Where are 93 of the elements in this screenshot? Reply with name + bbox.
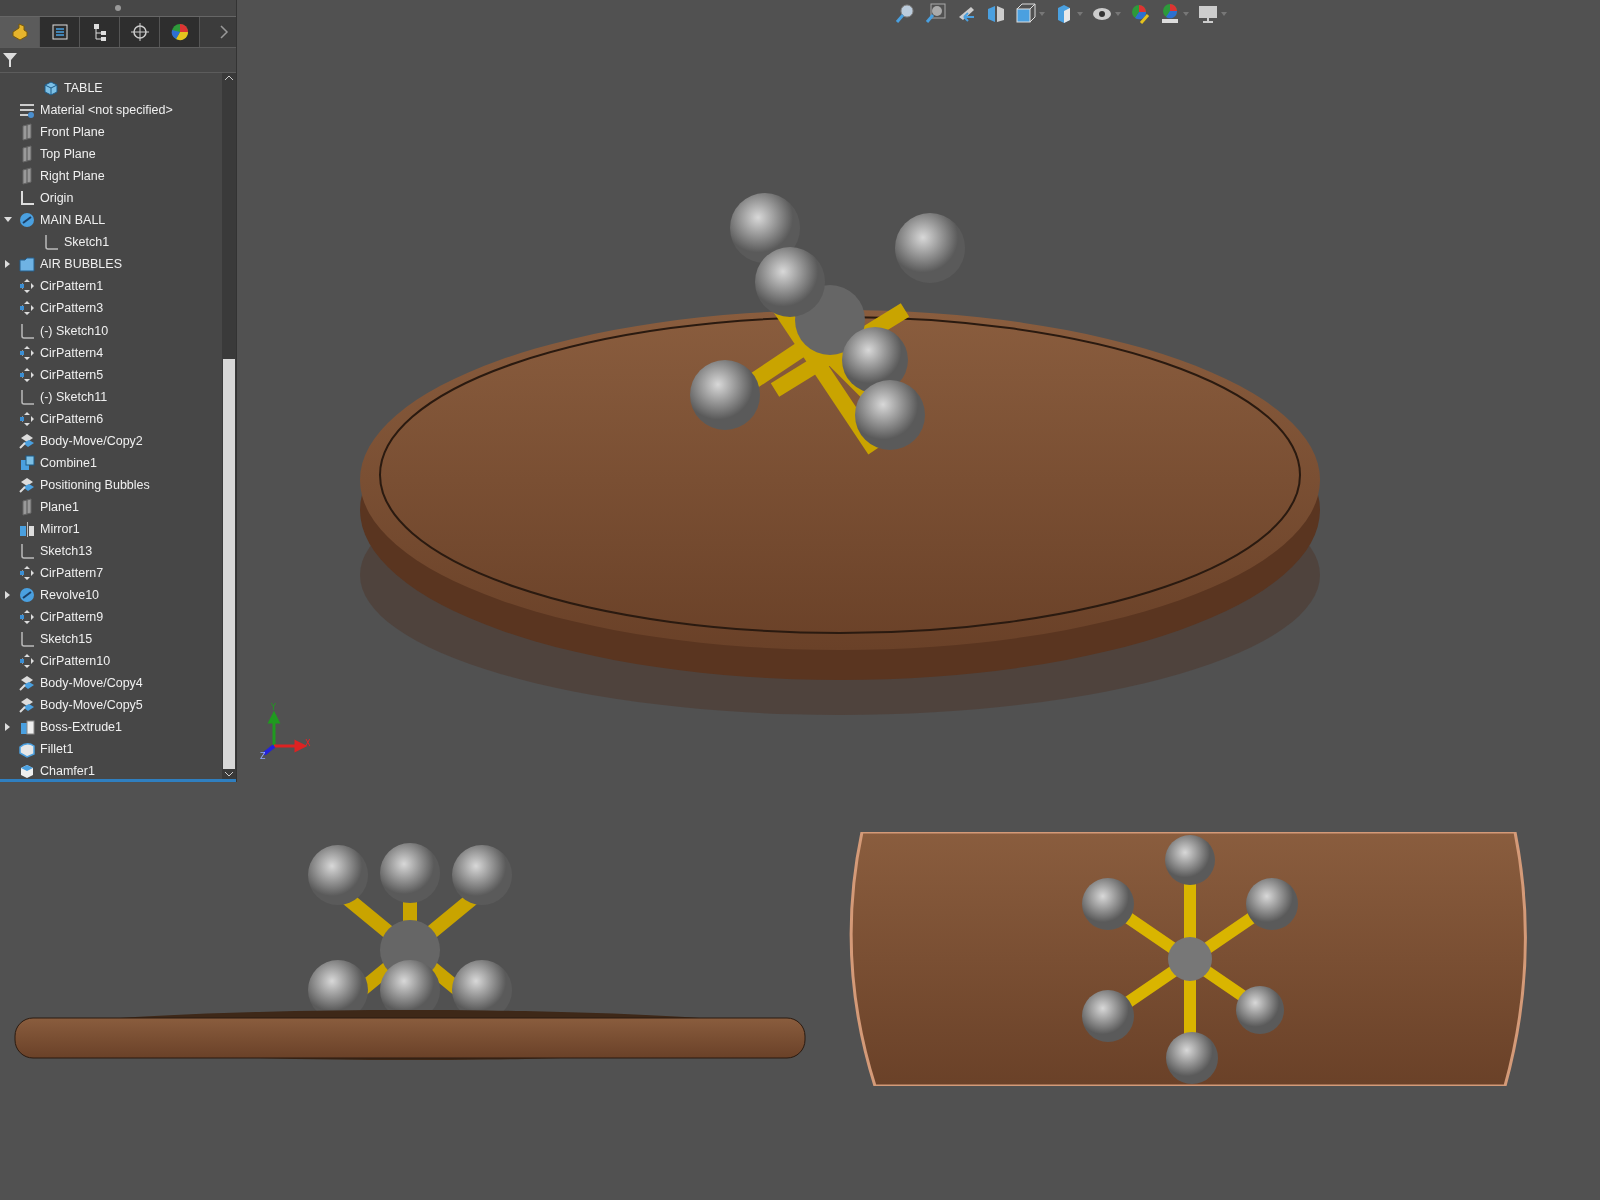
tree-item[interactable]: Top Plane [40, 147, 96, 162]
tree-item[interactable]: Boss-Extrude1 [40, 720, 122, 735]
scrollbar[interactable] [222, 73, 236, 779]
view-toolbar-button[interactable] [923, 3, 949, 25]
pattern-icon [18, 277, 36, 296]
move-icon [18, 674, 36, 693]
axis-label: X [305, 739, 311, 748]
chamfer-icon [18, 762, 36, 779]
tree-item[interactable]: Right Plane [40, 169, 105, 184]
color-ball-icon [1129, 3, 1151, 25]
move-icon [18, 696, 36, 715]
material-icon [18, 101, 36, 120]
color-wheel-icon [169, 22, 190, 42]
tree-item[interactable]: AIR BUBBLES [40, 257, 122, 272]
tree-item[interactable]: Mirror1 [40, 521, 80, 536]
axis-label: Y [271, 703, 276, 712]
tree-item[interactable]: CirPattern1 [40, 279, 104, 294]
view-toolbar-button[interactable] [1013, 3, 1047, 25]
grip-icon[interactable] [114, 4, 122, 12]
tree-item[interactable]: Combine1 [40, 455, 97, 470]
tree-item[interactable]: Fillet1 [40, 742, 74, 757]
mirror-icon [18, 519, 36, 538]
tree-item[interactable]: CirPattern9 [40, 610, 104, 625]
revolve-icon [18, 211, 36, 230]
pattern-icon [18, 608, 36, 627]
caret-icon [1077, 12, 1083, 16]
pattern-icon [18, 343, 36, 362]
expand-caret-icon[interactable] [4, 260, 12, 269]
zoom-icon [895, 3, 917, 25]
caret-icon [1039, 12, 1045, 16]
block-icon [9, 22, 30, 42]
pattern-icon [18, 409, 36, 428]
tree-item[interactable]: Body-Move/Copy2 [40, 433, 143, 448]
caret-icon [1183, 12, 1189, 16]
tree-item[interactable]: Sketch15 [40, 632, 93, 647]
tree-item[interactable]: CirPattern6 [40, 411, 104, 426]
tree-item[interactable]: Chamfer1 [40, 764, 95, 779]
tree-item[interactable]: CirPattern5 [40, 367, 104, 382]
tree-item[interactable]: Body-Move/Copy4 [40, 676, 143, 691]
tree-item[interactable]: TABLE [64, 81, 103, 95]
sketch-icon [18, 630, 36, 649]
axis-label: Z [260, 752, 266, 761]
move-icon [18, 475, 36, 494]
panel-tab[interactable] [120, 17, 160, 47]
panel-tab[interactable] [80, 17, 120, 47]
scroll-up-icon[interactable] [224, 73, 234, 83]
sketch-icon [18, 321, 36, 340]
scroll-down-icon[interactable] [224, 769, 234, 779]
tree-item[interactable]: CirPattern10 [40, 654, 111, 669]
tree-item[interactable]: CirPattern4 [40, 345, 104, 360]
caret-icon [1221, 12, 1227, 16]
pattern-icon [18, 299, 36, 318]
combine-icon [18, 453, 36, 472]
cube-icon [1015, 3, 1037, 25]
part-icon [42, 79, 60, 97]
tree-item[interactable]: Plane1 [40, 499, 79, 514]
sketch-icon [18, 542, 36, 560]
chevron-right-icon[interactable] [219, 25, 229, 39]
tree-item[interactable]: Sketch1 [64, 235, 110, 250]
pattern-icon [18, 365, 36, 384]
pattern-icon [18, 564, 36, 583]
tree-item[interactable]: Sketch13 [40, 544, 93, 558]
expand-caret-icon[interactable] [4, 591, 12, 600]
section-view-icon [985, 3, 1007, 25]
fillet-icon [18, 740, 36, 759]
revolve-icon [18, 586, 36, 605]
monitor-icon [1197, 3, 1219, 25]
pattern-icon [18, 652, 36, 671]
tree-item[interactable]: Revolve10 [40, 588, 100, 603]
caret-icon [1115, 12, 1121, 16]
origin-icon [18, 189, 36, 208]
tree-item[interactable]: (-) Sketch11 [40, 389, 108, 404]
tree-item[interactable]: Material <not specified> [40, 103, 173, 118]
panel-tab[interactable] [160, 17, 200, 47]
tree-item[interactable]: MAIN BALL [40, 213, 106, 228]
tree-item[interactable]: (-) Sketch10 [40, 323, 109, 338]
folder-icon [18, 255, 36, 274]
tree-item[interactable]: Origin [40, 191, 74, 206]
filter-icon[interactable] [2, 51, 18, 69]
move-icon [18, 431, 36, 450]
sketch-icon [18, 387, 36, 406]
color-ball-icon [1159, 3, 1181, 25]
zoom-area-icon [925, 3, 947, 25]
tree-item[interactable]: CirPattern7 [40, 566, 104, 581]
tree-item[interactable]: Positioning Bubbles [40, 477, 150, 492]
crosshair-icon [129, 22, 150, 42]
sketch-icon [42, 233, 60, 252]
expand-caret-icon[interactable] [4, 723, 12, 732]
tree-item[interactable]: Front Plane [40, 125, 105, 140]
tree-item[interactable]: CirPattern3 [40, 301, 104, 316]
list-icon [49, 22, 70, 42]
extrude-icon [18, 718, 36, 737]
tree-item[interactable]: Body-Move/Copy5 [40, 698, 143, 713]
